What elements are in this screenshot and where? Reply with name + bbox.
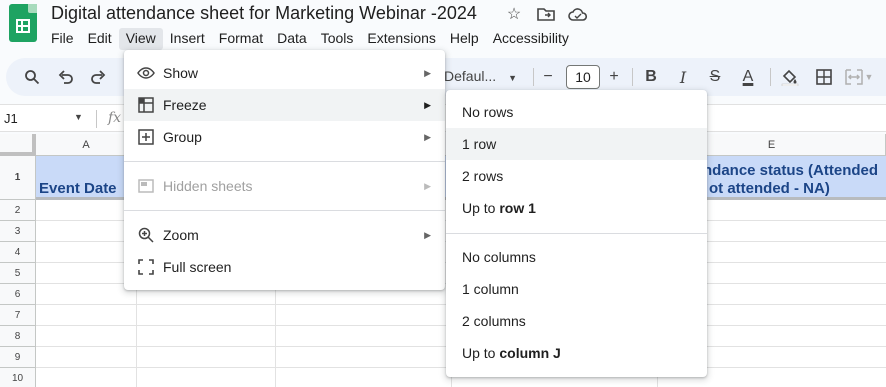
row-header-10[interactable]: 10 [0,368,36,387]
name-box[interactable]: J1 [4,111,18,126]
redo-icon[interactable] [86,58,110,96]
row-header-5[interactable]: 5 [0,263,36,284]
column-header-a[interactable]: A [36,134,137,156]
view-menu-item-group[interactable]: Group ▶ [124,121,445,153]
freeze-2-columns[interactable]: 2 columns [446,305,707,337]
row-header-8[interactable]: 8 [0,326,36,347]
submenu-arrow-icon: ▶ [424,99,431,110]
freeze-1-row[interactable]: 1 row [446,128,707,160]
freeze-1-column[interactable]: 1 column [446,273,707,305]
cloud-status-icon[interactable] [567,5,589,23]
view-menu-item-full-screen[interactable]: Full screen [124,251,445,283]
menu-tools[interactable]: Tools [314,28,361,50]
cell-e1-line1[interactable]: ndance status (Attended [703,162,878,180]
chevron-down-icon[interactable]: ▼ [74,112,83,122]
eye-icon [136,63,156,83]
view-menu-item-hidden-sheets: Hidden sheets ▶ [124,170,445,202]
menu-view[interactable]: View [118,28,163,50]
menu-insert[interactable]: Insert [163,28,212,50]
function-icon: fx [108,110,122,126]
sheets-app: Digital attendance sheet for Marketing W… [0,0,886,387]
menu-accessibility[interactable]: Accessibility [486,28,576,50]
row-header-4[interactable]: 4 [0,242,36,263]
cell-e1-line2[interactable]: ot attended - NA) [709,180,830,198]
row-header-1[interactable]: 1 [0,156,36,200]
menu-format[interactable]: Format [212,28,270,50]
formula-divider [96,110,97,128]
fullscreen-icon [136,257,156,277]
freeze-up-to-row[interactable]: Up to row 1 [446,192,707,224]
cell-a1[interactable]: Event Date [39,180,117,198]
group-icon [136,127,156,147]
freeze-submenu: No rows 1 row 2 rows Up to row 1 No colu… [446,90,707,377]
text-color-button[interactable]: A [736,58,760,96]
view-menu: Show ▶ Freeze ▶ Group ▶ Hidden sheets ▶ [124,50,445,290]
menu-file[interactable]: File [44,28,81,50]
freeze-icon [136,95,156,115]
toolbar-divider [533,68,534,86]
search-menus-icon[interactable] [20,58,44,96]
freeze-up-to-column[interactable]: Up to column J [446,337,707,369]
menu-extensions[interactable]: Extensions [360,28,442,50]
freeze-no-rows[interactable]: No rows [446,96,707,128]
view-menu-item-zoom[interactable]: Zoom ▶ [124,219,445,251]
text-color-icon: A [742,68,754,85]
freeze-2-rows[interactable]: 2 rows [446,160,707,192]
font-size-input[interactable]: 10 [566,65,600,89]
row-header-3[interactable]: 3 [0,221,36,242]
submenu-arrow-icon: ▶ [424,67,431,78]
document-title[interactable]: Digital attendance sheet for Marketing W… [51,3,477,24]
select-all-corner[interactable] [0,134,36,156]
submenu-arrow-icon: ▶ [424,180,431,191]
menu-divider [124,210,445,211]
sheets-logo-icon[interactable] [9,4,37,42]
row-header-6[interactable]: 6 [0,284,36,305]
menu-divider [124,161,445,162]
undo-icon[interactable] [54,58,78,96]
title-actions: ☆ [503,5,589,23]
menu-help[interactable]: Help [443,28,486,50]
menu-divider [446,233,707,234]
menu-edit[interactable]: Edit [81,28,119,50]
toolbar-divider [632,68,633,86]
freeze-no-columns[interactable]: No columns [446,241,707,273]
zoom-icon [136,225,156,245]
strikethrough-button[interactable]: S [704,58,726,96]
row-header-9[interactable]: 9 [0,347,36,368]
fill-color-icon[interactable] [778,58,802,96]
borders-icon[interactable] [812,58,836,96]
merge-cells-icon[interactable]: ▼ [844,58,874,96]
font-family-select[interactable]: Defaul... ▼ [444,68,517,84]
move-to-folder-icon[interactable] [535,5,557,23]
toolbar-divider [770,68,771,86]
submenu-arrow-icon: ▶ [424,131,431,142]
menu-data[interactable]: Data [270,28,314,50]
hidden-sheets-icon [136,176,156,196]
submenu-arrow-icon: ▶ [424,229,431,240]
chevron-down-icon: ▼ [508,73,518,83]
row-header-2[interactable]: 2 [0,200,36,221]
star-icon[interactable]: ☆ [503,5,525,23]
row-header-7[interactable]: 7 [0,305,36,326]
menu-bar: File Edit View Insert Format Data Tools … [44,28,576,50]
view-menu-item-freeze[interactable]: Freeze ▶ [124,89,445,121]
view-menu-item-show[interactable]: Show ▶ [124,57,445,89]
